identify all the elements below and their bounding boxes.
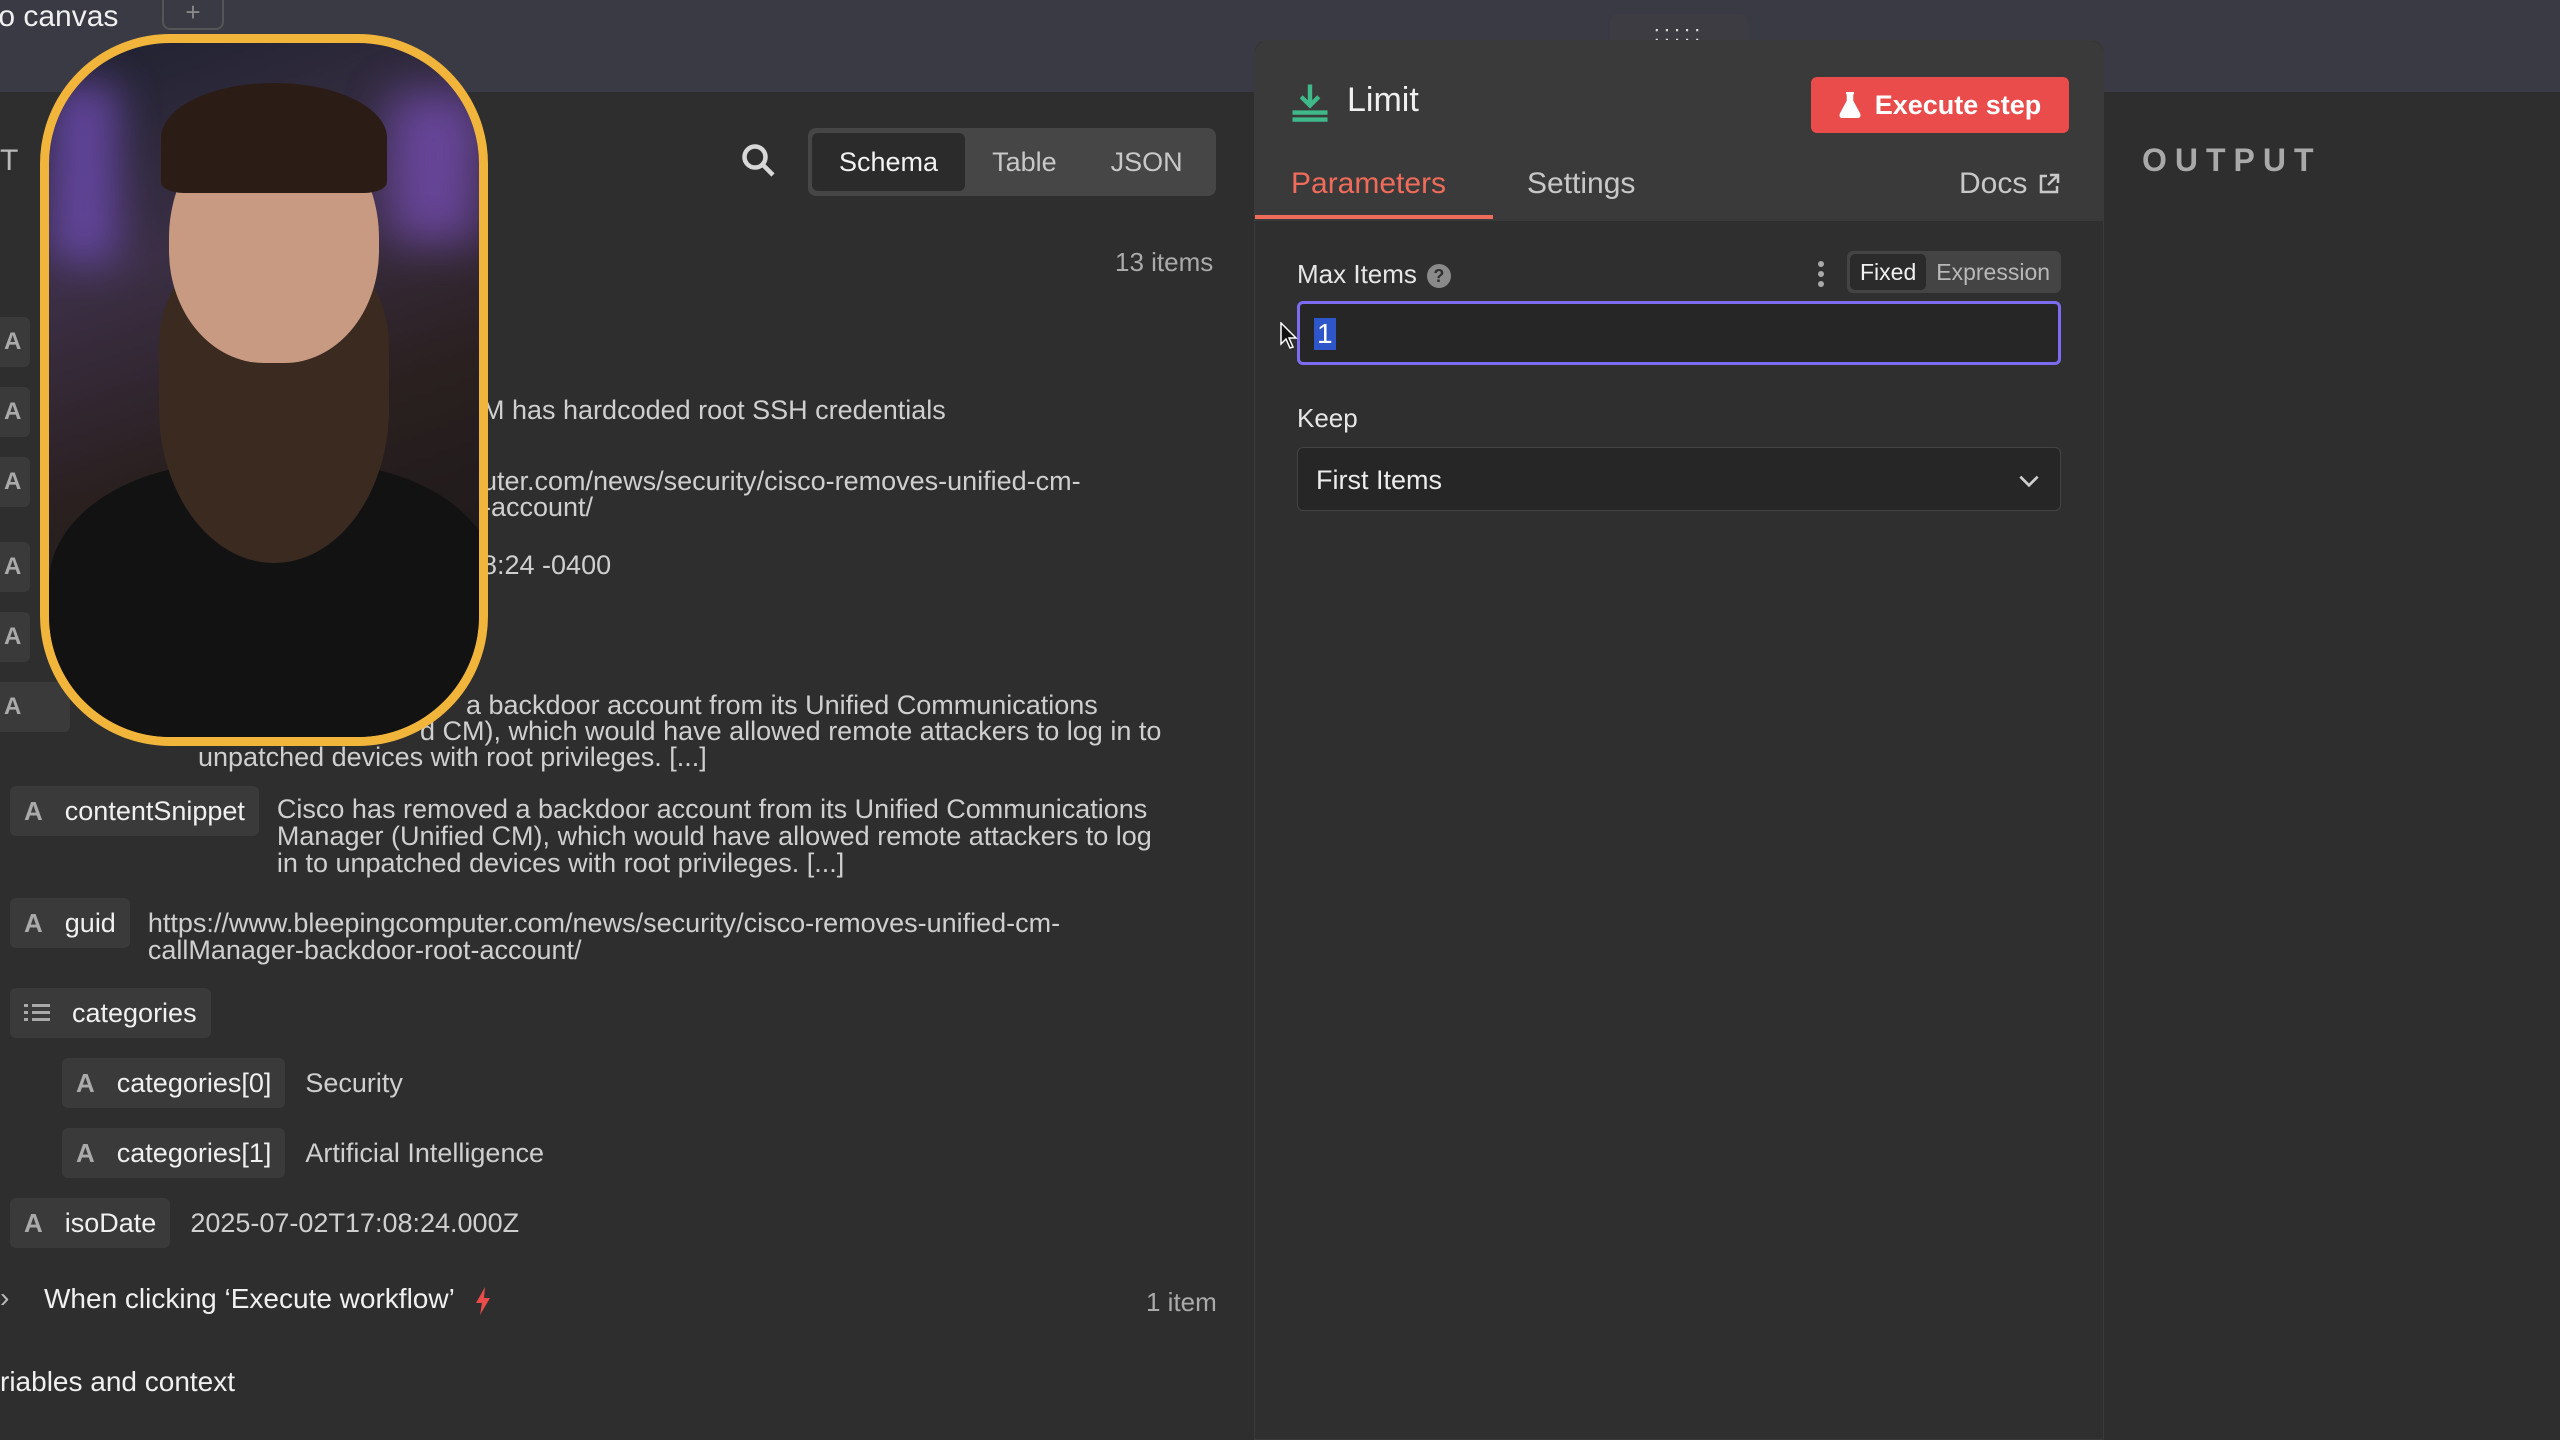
field-value: callManager-backdoor-root-account/ [147, 935, 582, 965]
field-value-fragment: unpatched devices with root privileges. … [198, 742, 707, 772]
lightning-icon [475, 1286, 490, 1315]
field-key-chip[interactable]: Acategories[0] [62, 1058, 286, 1108]
tab-parameters[interactable]: Parameters [1291, 167, 1446, 201]
string-type-icon: A [24, 795, 43, 826]
webcam-overlay [40, 34, 488, 746]
node-details-panel: Limit Execute step Parameters Settings D… [1254, 40, 2104, 1440]
string-type-icon: A [76, 1067, 95, 1098]
max-items-value: 1 [1314, 318, 1336, 350]
search-icon[interactable] [740, 142, 776, 178]
schema-row-categories: categories [10, 988, 211, 1038]
field-key: categories[0] [116, 1067, 272, 1098]
node-header: Limit Execute step Parameters Settings D… [1255, 41, 2103, 221]
schema-row-contentsnippet: AcontentSnippet Cisco has removed a back… [10, 786, 1152, 877]
mouse-cursor-icon [1280, 322, 1298, 349]
back-label: to canvas [0, 0, 119, 33]
field-key: contentSnippet [64, 795, 245, 826]
field-value-fragment: a backdoor account from its Unified Comm… [466, 690, 1098, 720]
docs-link[interactable]: Docs [1959, 167, 2061, 201]
trigger-item-count: 1 item [1146, 1287, 1217, 1317]
field-key: categories [72, 997, 197, 1028]
schema-row-isodate: AisoDate 2025-07-02T17:08:24.000Z [10, 1198, 519, 1248]
schema-row-categories-0: Acategories[0] Security [62, 1058, 403, 1108]
field-value-fragment: uter.com/news/security/cisco-removes-uni… [482, 466, 1081, 496]
tab-settings[interactable]: Settings [1527, 167, 1635, 201]
view-json-button[interactable]: JSON [1084, 133, 1210, 191]
trigger-node-label: When clicking ‘Execute workflow’ [44, 1283, 454, 1314]
flask-icon [1839, 92, 1861, 118]
string-type-icon: A [24, 907, 43, 938]
field-type-icon: A [0, 542, 30, 592]
view-mode-toggle: Schema Table JSON [808, 128, 1216, 196]
max-items-label: Max Items? [1297, 259, 1451, 290]
fixed-expression-toggle: Fixed Expression [1847, 251, 2061, 293]
field-value: https://www.bleepingcomputer.com/news/se… [147, 908, 1061, 938]
keep-select-value: First Items [1316, 465, 1442, 495]
max-items-label-text: Max Items [1297, 259, 1417, 289]
field-value: Security [305, 1068, 403, 1098]
view-schema-button[interactable]: Schema [812, 133, 966, 191]
options-menu-icon[interactable] [1817, 259, 1825, 289]
max-items-input[interactable]: 1 [1297, 301, 2061, 365]
field-key-chip[interactable]: AisoDate [10, 1198, 171, 1248]
field-key-chip[interactable]: Aguid [10, 898, 130, 948]
active-tab-indicator [1255, 215, 1493, 219]
field-value-fragment: -account/ [482, 492, 594, 522]
field-value: Cisco has removed a backdoor account fro… [276, 794, 1148, 824]
trigger-node-row[interactable]: When clicking ‘Execute workflow’ [44, 1285, 492, 1315]
limit-node-icon [1292, 84, 1328, 122]
field-key-chip[interactable]: Acategories[1] [62, 1128, 286, 1178]
field-type-icon: A [0, 317, 30, 367]
fixed-mode-button[interactable]: Fixed [1850, 254, 1927, 290]
field-key: isoDate [64, 1207, 157, 1238]
field-value-fragment: M has hardcoded root SSH credentials [482, 395, 946, 425]
field-key: categories[1] [116, 1137, 272, 1168]
expression-mode-button[interactable]: Expression [1926, 254, 2060, 290]
field-value-fragment: 8:24 -0400 [482, 550, 612, 580]
field-key-chip[interactable]: categories [10, 988, 211, 1038]
string-type-icon: A [76, 1137, 95, 1168]
schema-row-guid: Aguid https://www.bleepingcomputer.com/n… [10, 898, 1060, 964]
view-table-button[interactable]: Table [965, 133, 1084, 191]
field-value: Manager (Unified CM), which would have a… [276, 821, 1152, 851]
field-key-chip[interactable]: AcontentSnippet [10, 786, 259, 836]
execute-step-button[interactable]: Execute step [1811, 77, 2069, 133]
field-value: in to unpatched devices with root privil… [276, 848, 845, 878]
collapse-icon[interactable]: › [0, 1282, 9, 1314]
input-panel-title: T [0, 144, 23, 177]
field-value-fragment: d CM), which would have allowed remote a… [420, 716, 1162, 746]
chevron-down-icon [2019, 475, 2039, 488]
docs-label: Docs [1959, 167, 2028, 200]
field-key: guid [64, 907, 116, 938]
help-icon[interactable]: ? [1426, 264, 1451, 289]
list-icon [24, 1004, 50, 1021]
keep-label: Keep [1297, 403, 1358, 433]
field-value: 2025-07-02T17:08:24.000Z [190, 1208, 520, 1238]
back-to-canvas-link[interactable]: to canvas [0, 0, 118, 34]
field-type-icon: A [0, 612, 30, 662]
string-type-icon: A [24, 1207, 43, 1238]
output-panel-title: OUTPUT [2142, 142, 2322, 178]
field-value: Artificial Intelligence [305, 1138, 544, 1168]
add-tab-button[interactable]: + [162, 0, 224, 30]
item-count: 13 items [1115, 247, 1214, 277]
field-type-icon: A [0, 457, 30, 507]
external-link-icon [2040, 173, 2060, 194]
keep-select[interactable]: First Items [1297, 447, 2061, 511]
execute-step-label: Execute step [1874, 89, 2042, 120]
node-title[interactable]: Limit [1347, 81, 1419, 120]
field-type-icon: A [0, 387, 30, 437]
schema-row-categories-1: Acategories[1] Artificial Intelligence [62, 1128, 544, 1178]
variables-section[interactable]: riables and context [0, 1368, 235, 1396]
